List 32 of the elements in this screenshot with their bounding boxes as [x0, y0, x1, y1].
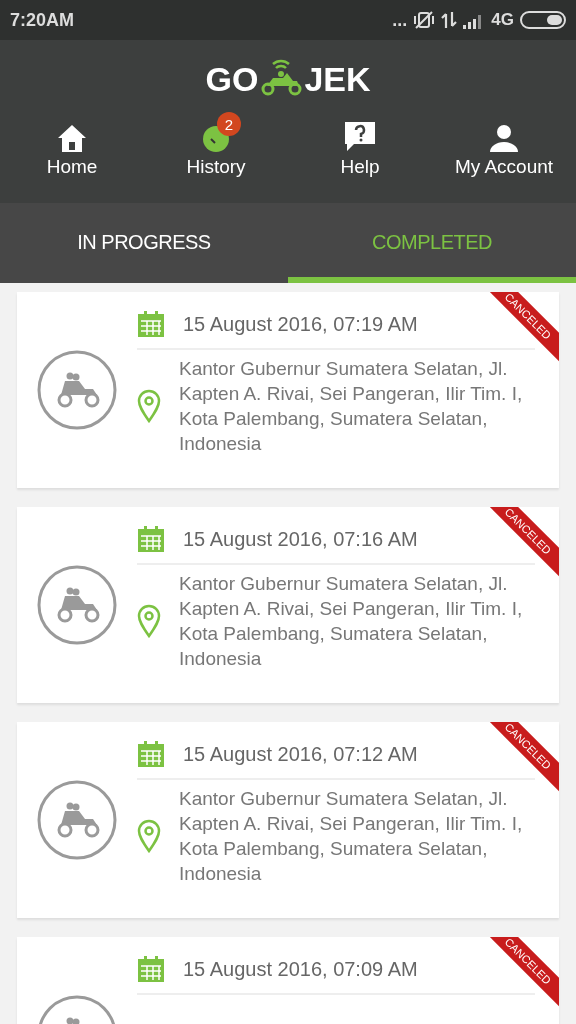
vibrate-off-icon [413, 10, 436, 30]
order-date: 15 August 2016, 07:12 AM [183, 742, 418, 766]
location-pin-icon [137, 389, 161, 423]
logo-text: GO [205, 62, 259, 96]
order-address: Kantor Gubernur Sumatera Selatan, Jl. Kapten A. Rivai, Sei Pangeran, Ilir Tim. I, Kota Palembang, Sumatera Selatan, Indonesia [179, 787, 524, 886]
network-type: 4G [491, 10, 514, 30]
nav-item[interactable]: My Account [432, 110, 576, 178]
order-date: 15 August 2016, 07:19 AM [183, 312, 418, 336]
location-pin-icon [137, 819, 161, 853]
notification-dots: ... [392, 9, 408, 31]
calendar-icon [137, 525, 165, 553]
nav-item[interactable]: Help [288, 110, 432, 178]
status-time: 7:20AM [10, 9, 75, 31]
help-icon [345, 122, 375, 152]
nav-item[interactable]: Home [0, 110, 144, 178]
battery-icon [520, 10, 566, 30]
tab[interactable]: IN PROGRESS [0, 203, 288, 283]
calendar-icon [137, 955, 165, 983]
calendar-icon [137, 310, 165, 338]
account-icon [489, 124, 519, 152]
home-icon [57, 124, 87, 152]
location-pin-icon [137, 604, 161, 638]
data-arrows-icon [441, 10, 458, 30]
notification-badge: 2 [217, 112, 241, 136]
order-date: 15 August 2016, 07:09 AM [183, 957, 418, 981]
order-address: Kantor Gubernur Sumatera Selatan, Jl. Kapten A. Rivai, Sei Pangeran, Ilir Tim. I, Kota Palembang, Sumatera Selatan, Indonesia [179, 357, 524, 456]
order-address: Kantor Gubernur Sumatera Selatan, Jl. Kapten A. Rivai, Sei Pangeran, Ilir Tim. I, Kota Palembang, Sumatera Selatan, Indonesia [179, 572, 524, 671]
order-date: 15 August 2016, 07:16 AM [183, 527, 418, 551]
logo-text: JEK [304, 62, 371, 96]
nav-item[interactable]: 2 History [144, 110, 288, 178]
tab[interactable]: COMPLETED [288, 203, 576, 283]
calendar-icon [137, 740, 165, 768]
